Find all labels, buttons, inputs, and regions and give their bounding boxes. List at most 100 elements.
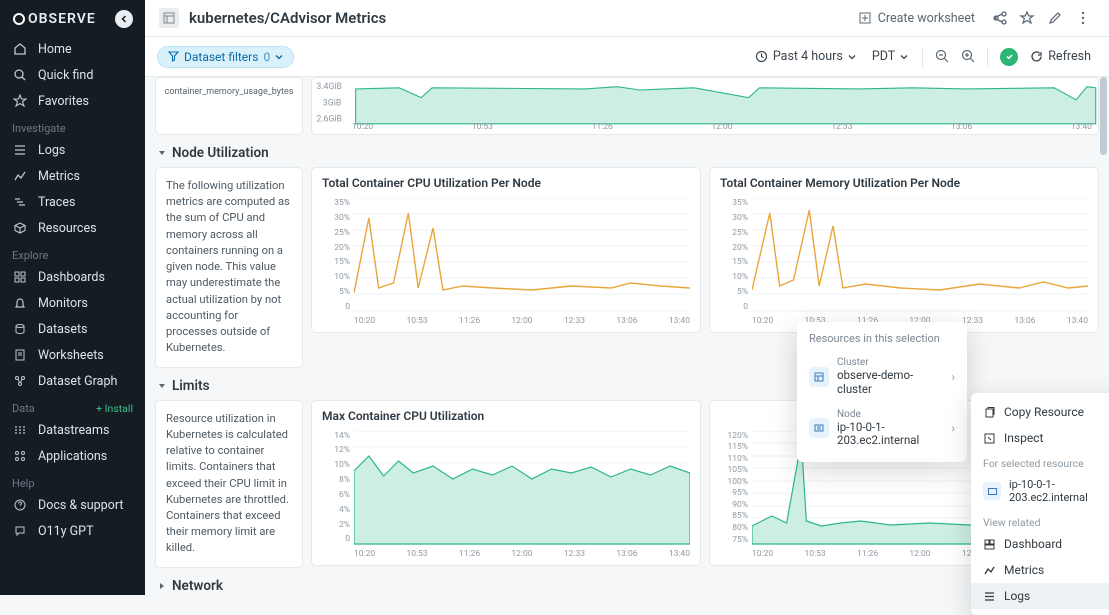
nav-dashboards[interactable]: Dashboards: [0, 264, 145, 290]
sheet-icon: [12, 347, 28, 363]
nav-traces[interactable]: Traces: [0, 189, 145, 215]
metric-summary-card[interactable]: container_memory_usage_bytes: [155, 77, 303, 135]
nav-worksheets[interactable]: Worksheets: [0, 342, 145, 368]
time-range-picker[interactable]: Past 4 hours: [747, 45, 864, 68]
nav-gpt[interactable]: O11y GPT: [0, 518, 145, 544]
section-node-utilization[interactable]: Node Utilization: [155, 135, 1099, 167]
section-explore: Explore: [0, 241, 145, 264]
popover-header: Resources in this selection: [797, 330, 967, 351]
zoom-in-icon[interactable]: [955, 44, 981, 70]
node-util-description: The following utilization metrics are co…: [155, 167, 303, 368]
chart-title: Total Container Memory Utilization Per N…: [720, 176, 1088, 190]
search-icon: [12, 67, 28, 83]
nav-label: Datastreams: [38, 423, 109, 438]
nav-datastreams[interactable]: Datastreams: [0, 417, 145, 443]
grid-icon: [12, 269, 28, 285]
nav-favorites[interactable]: Favorites: [0, 88, 145, 114]
more-icon[interactable]: [1071, 6, 1095, 30]
star-icon: [12, 93, 28, 109]
topbar: kubernetes/CAdvisor Metrics Create works…: [145, 0, 1109, 37]
section-investigate: Investigate: [0, 114, 145, 137]
ctx-selected-resource[interactable]: ip-10-0-1-203.ec2.internal: [971, 472, 1109, 510]
divider: [987, 47, 988, 67]
nav-dataset-graph[interactable]: Dataset Graph: [0, 368, 145, 394]
ctx-metrics[interactable]: Metrics: [971, 557, 1109, 583]
dataset-filters-chip[interactable]: Dataset filters 0: [157, 46, 294, 68]
nav-label: Traces: [38, 195, 75, 210]
context-menu: Copy Resource Inspect For selected resou…: [971, 393, 1109, 615]
ctx-inspect[interactable]: Inspect: [971, 425, 1109, 451]
home-icon: [12, 41, 28, 57]
refresh-button[interactable]: Refresh: [1024, 45, 1097, 68]
install-link[interactable]: + Install: [96, 402, 133, 415]
nav-label: O11y GPT: [38, 524, 94, 539]
svg-text:3.4GiB: 3.4GiB: [316, 82, 342, 92]
chart-memory-usage[interactable]: 3.4GiB 3GiB 2.6GiB 10:2010:5311:2612:001…: [311, 77, 1099, 135]
resource-item-cluster[interactable]: Clusterobserve-demo-cluster ›: [797, 351, 967, 403]
star-icon[interactable]: [1015, 6, 1039, 30]
section-network[interactable]: Network: [155, 568, 1099, 595]
nav-resources[interactable]: Resources: [0, 215, 145, 241]
list-icon: [12, 142, 28, 158]
chart-cpu-per-node[interactable]: Total Container CPU Utilization Per Node…: [311, 167, 701, 333]
collapse-sidebar-button[interactable]: [115, 10, 133, 28]
x-axis: 10:2010:5311:2612:0012:3313:0613:40: [354, 316, 690, 326]
database-icon: [12, 321, 28, 337]
section-help: Help: [0, 469, 145, 492]
main: kubernetes/CAdvisor Metrics Create works…: [145, 0, 1109, 595]
chevron-down-icon: [848, 53, 856, 61]
chart-memory-per-node[interactable]: Total Container Memory Utilization Per N…: [709, 167, 1099, 333]
apps-icon: [12, 448, 28, 464]
nav-label: Favorites: [38, 94, 89, 109]
chevron-down-icon: [157, 148, 167, 158]
ctx-section-selected: For selected resource: [971, 451, 1109, 472]
y-axis: 35%30%25%20%15%10%5%0: [322, 198, 350, 312]
svg-text:2.6GiB: 2.6GiB: [316, 115, 342, 125]
nav-monitors[interactable]: Monitors: [0, 290, 145, 316]
nav-home[interactable]: Home: [0, 36, 145, 62]
share-icon[interactable]: [987, 6, 1011, 30]
nav-datasets[interactable]: Datasets: [0, 316, 145, 342]
timezone-select[interactable]: PDT: [864, 45, 916, 68]
create-worksheet-button[interactable]: Create worksheet: [850, 7, 983, 30]
ctx-section-related: View related: [971, 510, 1109, 531]
toolbar: Dataset filters 0 Past 4 hours PDT Refre…: [145, 37, 1109, 77]
graph-icon: [12, 373, 28, 389]
cluster-icon: [809, 367, 829, 387]
ctx-dashboard[interactable]: Dashboard: [971, 531, 1109, 557]
edit-icon[interactable]: [1043, 6, 1067, 30]
stream-icon: [12, 422, 28, 438]
nav-label: Logs: [38, 143, 65, 158]
inspect-icon: [983, 432, 996, 445]
trace-icon: [12, 194, 28, 210]
chart-icon: [12, 168, 28, 184]
nav-applications[interactable]: Applications: [0, 443, 145, 469]
resources-popover: Resources in this selection Clusterobser…: [797, 322, 967, 462]
nav-metrics[interactable]: Metrics: [0, 163, 145, 189]
nav-docs[interactable]: Docs & support: [0, 492, 145, 518]
nav-quick-find[interactable]: Quick find: [0, 62, 145, 88]
nav-label: Quick find: [38, 68, 93, 83]
ctx-copy-resource[interactable]: Copy Resource: [971, 399, 1109, 425]
scrollbar[interactable]: [1100, 77, 1107, 155]
limits-description: Resource utilization in Kubernetes is ca…: [155, 400, 303, 568]
filters-label: Dataset filters: [184, 50, 258, 64]
nav-logs[interactable]: Logs: [0, 137, 145, 163]
chart-max-cpu[interactable]: Max Container CPU Utilization 14%12%10%8…: [311, 400, 701, 566]
nav-label: Monitors: [38, 296, 88, 311]
metric-name: container_memory_usage_bytes: [165, 87, 294, 97]
y-axis: 35%30%25%20%15%10%5%0: [720, 198, 748, 312]
resource-item-node[interactable]: Nodeip-10-0-1-203.ec2.internal ›: [797, 403, 967, 455]
ctx-logs[interactable]: Logs: [971, 583, 1109, 609]
page-title: kubernetes/CAdvisor Metrics: [189, 9, 386, 27]
zoom-out-icon[interactable]: [929, 44, 955, 70]
nav-label: Home: [38, 42, 72, 57]
nav-label: Metrics: [38, 169, 80, 184]
section-data: Data+ Install: [0, 394, 145, 417]
cube-icon: [12, 220, 28, 236]
refresh-icon: [1030, 50, 1043, 63]
chevron-right-icon: [157, 581, 167, 591]
y-axis: 120%115%110%105%100%95%90%85%80%75%: [720, 431, 748, 545]
status-ok-icon[interactable]: [1000, 48, 1018, 66]
nav-label: Dataset Graph: [38, 374, 117, 389]
